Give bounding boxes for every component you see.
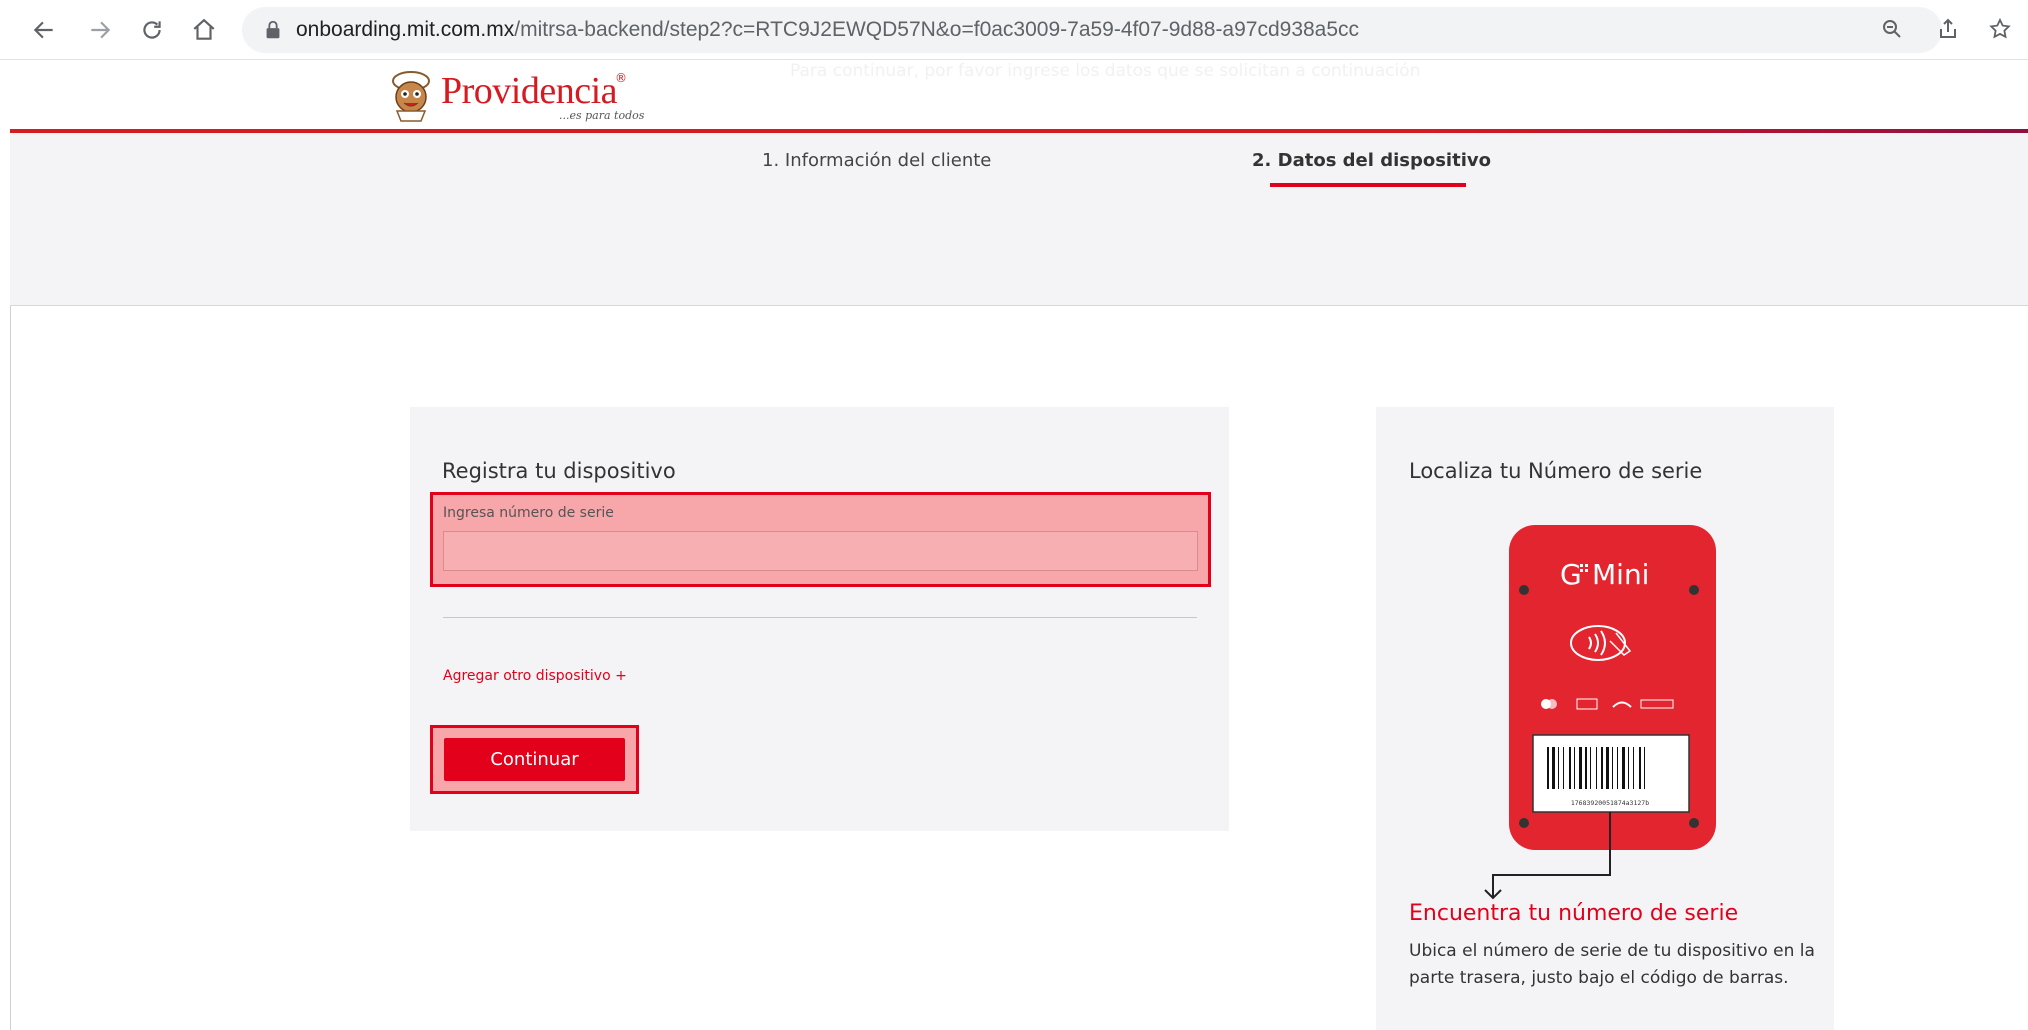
- add-device-link[interactable]: Agregar otro dispositivo +: [443, 668, 627, 684]
- register-title: Registra tu dispositivo: [442, 459, 676, 483]
- barcode-bar: [1639, 747, 1641, 789]
- barcode-bar: [1574, 747, 1575, 789]
- device-brand-g: G: [1560, 558, 1582, 591]
- barcode-bar: [1601, 747, 1603, 789]
- barcode-bar: [1547, 747, 1549, 789]
- url-text[interactable]: onboarding.mit.com.mx/mitrsa-backend/ste…: [296, 18, 1359, 42]
- barcode-bar: [1552, 747, 1555, 789]
- barcode-bar: [1596, 747, 1597, 789]
- browser-toolbar: onboarding.mit.com.mx/mitrsa-backend/ste…: [0, 0, 2028, 60]
- logo-wordmark: Providencia: [441, 70, 618, 112]
- reload-icon[interactable]: [134, 12, 170, 48]
- continue-button[interactable]: Continuar: [444, 738, 625, 781]
- steps-band: 1. Información del cliente 2. Datos del …: [10, 133, 2028, 306]
- barcode-number: 17683920051874a3127b: [1571, 799, 1649, 807]
- device-screw: [1519, 818, 1529, 828]
- step-customer-info[interactable]: 1. Información del cliente: [762, 150, 991, 171]
- barcode-bar: [1558, 747, 1559, 789]
- continue-button-highlight: Continuar: [430, 725, 639, 794]
- lock-icon[interactable]: [262, 19, 284, 41]
- barcode-bar: [1606, 747, 1609, 789]
- barcode-bar: [1569, 747, 1571, 789]
- barcode-bar: [1622, 747, 1625, 789]
- barcode-bar: [1628, 747, 1629, 789]
- device-screw: [1689, 585, 1699, 595]
- active-step-indicator: [1270, 183, 1466, 187]
- barcode-bar: [1579, 747, 1582, 789]
- barcode-bar: [1585, 747, 1587, 789]
- barcode-bar: [1612, 747, 1613, 789]
- bookmark-star-icon[interactable]: [1984, 13, 2016, 45]
- barcode-bar: [1617, 747, 1618, 789]
- share-icon[interactable]: [1932, 13, 1964, 45]
- back-arrow-icon[interactable]: [26, 12, 62, 48]
- device-screw: [1689, 818, 1699, 828]
- device-illustration: G Mini 17683920051874a3127b: [1484, 525, 1716, 900]
- logo-registered-mark: ®: [615, 71, 628, 85]
- device-brand-mini: Mini: [1592, 558, 1649, 591]
- site-header: Para continuar, por favor ingrese los da…: [10, 61, 2028, 129]
- barcode-bar: [1563, 747, 1564, 789]
- find-serial-description: Ubica el número de serie de tu dispositi…: [1409, 941, 1815, 988]
- serial-number-input[interactable]: [443, 531, 1198, 571]
- serial-label: Ingresa número de serie: [443, 505, 614, 521]
- page-left-border: [10, 306, 11, 1030]
- find-serial-title: Encuentra tu número de serie: [1409, 901, 1739, 926]
- address-bar[interactable]: onboarding.mit.com.mx/mitrsa-backend/ste…: [242, 7, 1942, 53]
- register-device-card: Registra tu dispositivo Ingresa número d…: [410, 407, 1229, 831]
- barcode-bar: [1644, 747, 1645, 789]
- zoom-icon[interactable]: [1876, 13, 1908, 45]
- barcode-bar: [1590, 747, 1591, 789]
- section-divider: [443, 617, 1197, 618]
- locate-serial-card: Localiza tu Número de serie G Mini 17683…: [1376, 407, 1834, 1030]
- home-icon[interactable]: [186, 12, 222, 48]
- barcode-icon: [1545, 746, 1675, 790]
- providencia-logo[interactable]: Providencia ® ...es para todos: [385, 69, 644, 125]
- forward-arrow-icon[interactable]: [82, 12, 118, 48]
- mascot-logo-icon: [392, 71, 430, 122]
- barcode-bar: [1633, 747, 1634, 789]
- logo-tagline: ...es para todos: [559, 109, 645, 122]
- device-screw: [1519, 585, 1529, 595]
- serial-field-highlight: Ingresa número de serie: [430, 492, 1211, 587]
- header-hint-text: Para continuar, por favor ingrese los da…: [790, 61, 1421, 81]
- step-device-data[interactable]: 2. Datos del dispositivo: [1252, 150, 1491, 171]
